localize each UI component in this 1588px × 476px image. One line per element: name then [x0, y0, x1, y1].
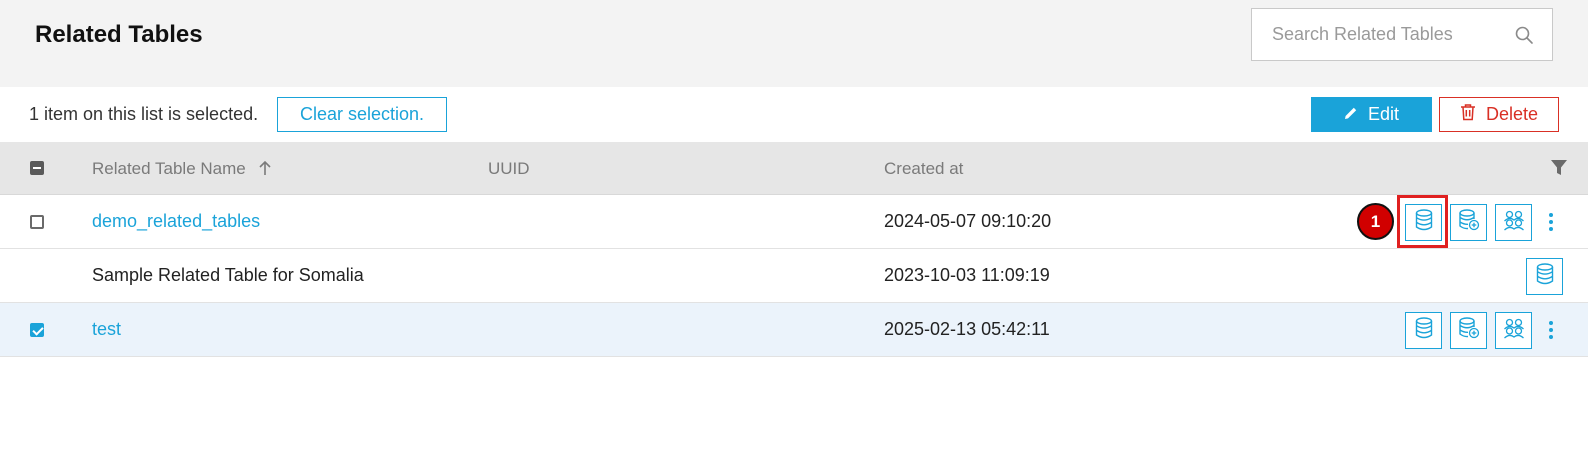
- search-input[interactable]: [1252, 9, 1502, 60]
- add-data-button[interactable]: [1450, 312, 1487, 349]
- page-title: Related Tables: [35, 21, 203, 48]
- row-name-link[interactable]: test: [92, 319, 121, 340]
- search-icon[interactable]: [1514, 25, 1534, 45]
- delete-label: Delete: [1485, 104, 1539, 124]
- view-data-button[interactable]: [1405, 312, 1442, 349]
- kebab-menu-icon[interactable]: [1543, 315, 1559, 345]
- users-icon: [1503, 317, 1525, 344]
- column-header-name-label: Related Table Name: [92, 159, 246, 178]
- column-header-created-at[interactable]: Created at: [884, 159, 963, 179]
- table-header: Related Table Name UUID Created at: [0, 142, 1588, 195]
- row-name-text: Sample Related Table for Somalia: [92, 265, 364, 285]
- row-checkbox[interactable]: [30, 215, 44, 229]
- filter-icon[interactable]: [1550, 159, 1568, 177]
- column-header-uuid[interactable]: UUID: [488, 159, 530, 179]
- row-created-at: 2024-05-07 09:10:20: [884, 211, 1052, 231]
- table-row[interactable]: Sample Related Table for Somalia 2023-10…: [0, 249, 1588, 303]
- kebab-menu-icon[interactable]: [1543, 207, 1559, 237]
- search-box[interactable]: [1251, 8, 1553, 61]
- row-created-at: 2023-10-03 11:09:19: [884, 265, 1050, 285]
- edit-button[interactable]: Edit: [1311, 97, 1432, 132]
- database-icon: [1414, 317, 1434, 344]
- database-icon: [1535, 263, 1555, 290]
- view-data-button[interactable]: [1405, 204, 1442, 241]
- table-row[interactable]: test 2025-02-13 05:42:11: [0, 303, 1588, 357]
- column-header-name[interactable]: Related Table Name: [92, 159, 272, 181]
- pencil-icon: [1344, 104, 1358, 125]
- page-header: Related Tables: [0, 0, 1588, 87]
- database-icon: [1414, 209, 1434, 236]
- clear-selection-label: Clear selection.: [299, 104, 425, 124]
- table-row[interactable]: demo_related_tables 2024-05-07 09:10:20: [0, 195, 1588, 249]
- permissions-button[interactable]: [1495, 204, 1532, 241]
- selection-status-text: 1 item on this list is selected.: [29, 104, 259, 124]
- users-icon: [1503, 209, 1525, 236]
- view-data-button[interactable]: [1526, 258, 1563, 295]
- clear-selection-button[interactable]: Clear selection.: [277, 97, 447, 132]
- row-checkbox[interactable]: [30, 323, 44, 337]
- delete-button[interactable]: Delete: [1439, 97, 1559, 132]
- add-data-button[interactable]: [1450, 204, 1487, 241]
- database-add-icon: [1458, 317, 1480, 344]
- step-number-badge: 1: [1357, 203, 1394, 240]
- sort-arrow-up-icon: [258, 160, 272, 181]
- trash-icon: [1460, 103, 1476, 126]
- selection-bar: 1 item on this list is selected. Clear s…: [0, 87, 1588, 142]
- row-created-at: 2025-02-13 05:42:11: [884, 319, 1050, 339]
- row-name-link[interactable]: demo_related_tables: [92, 211, 260, 232]
- database-add-icon: [1458, 209, 1480, 236]
- select-all-checkbox[interactable]: [30, 161, 44, 175]
- permissions-button[interactable]: [1495, 312, 1532, 349]
- edit-label: Edit: [1367, 104, 1400, 124]
